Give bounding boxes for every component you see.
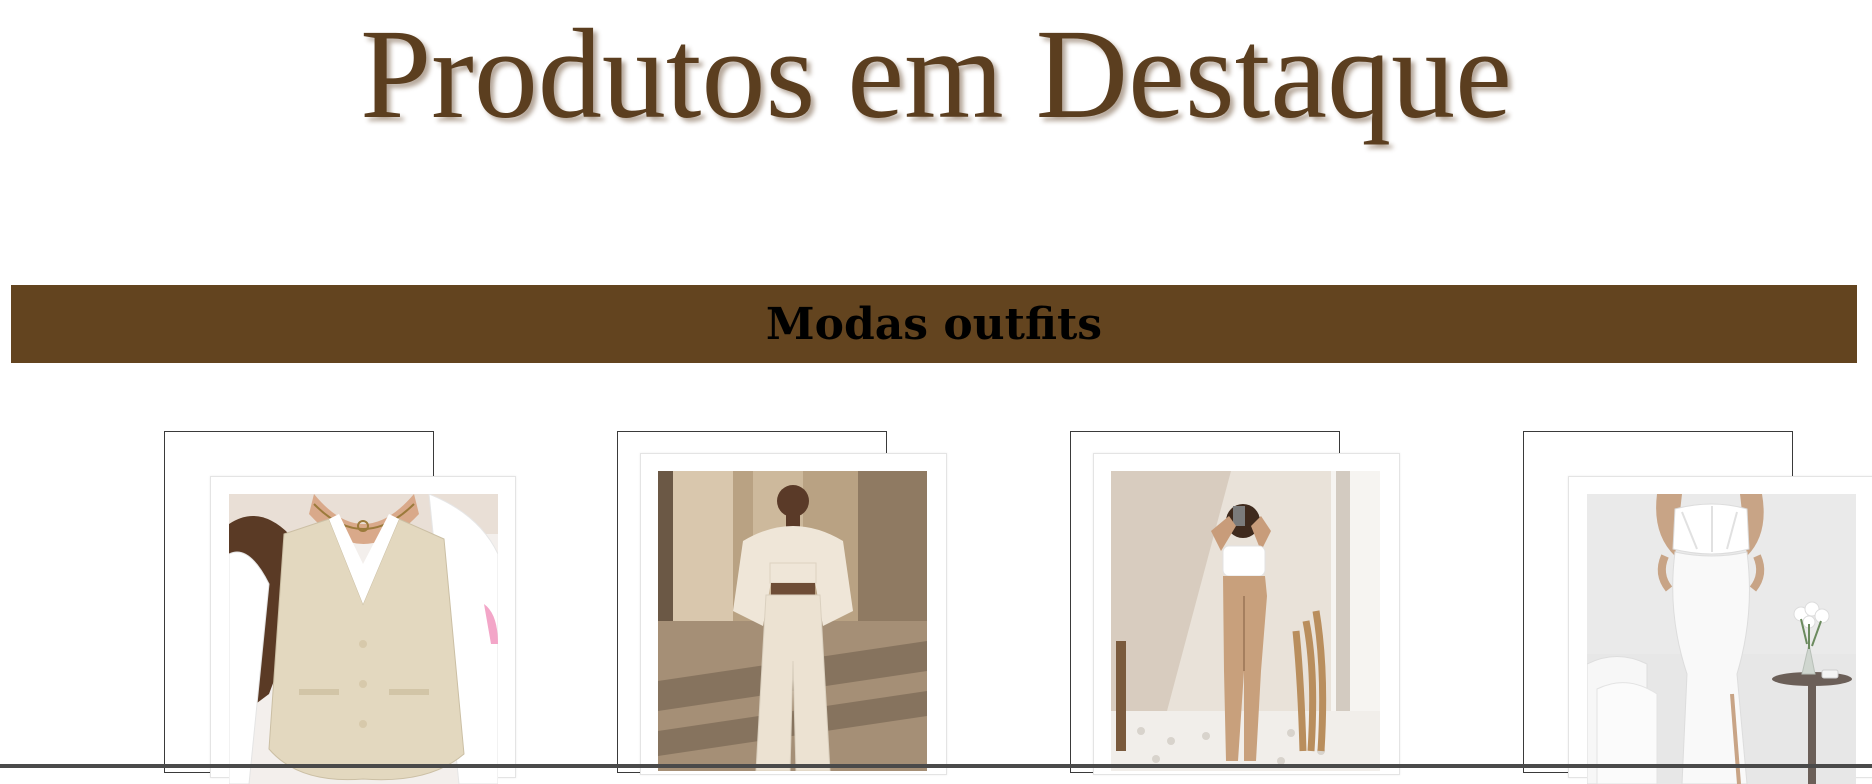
- product-card[interactable]: [1070, 431, 1420, 775]
- product-photo-white-dress[interactable]: [1587, 494, 1856, 784]
- card-frame: [210, 476, 516, 784]
- product-card[interactable]: [1523, 431, 1872, 784]
- tan-pants-photo-image: [1111, 471, 1380, 771]
- card-frame: [1093, 453, 1400, 775]
- card-frame: [1568, 476, 1872, 784]
- white-dress-photo-image: [1587, 494, 1856, 784]
- page-bottom-divider: [0, 764, 1872, 768]
- product-photo-tan-pants[interactable]: [1111, 471, 1380, 771]
- card-frame: [640, 453, 947, 775]
- product-list: [0, 0, 1872, 784]
- product-card[interactable]: [164, 431, 516, 784]
- product-photo-beige-vest[interactable]: [229, 494, 498, 784]
- cream-outfit-photo-image: [658, 471, 927, 771]
- product-card[interactable]: [617, 431, 967, 775]
- beige-vest-photo-image: [229, 494, 498, 784]
- product-photo-cream-outfit[interactable]: [658, 471, 927, 771]
